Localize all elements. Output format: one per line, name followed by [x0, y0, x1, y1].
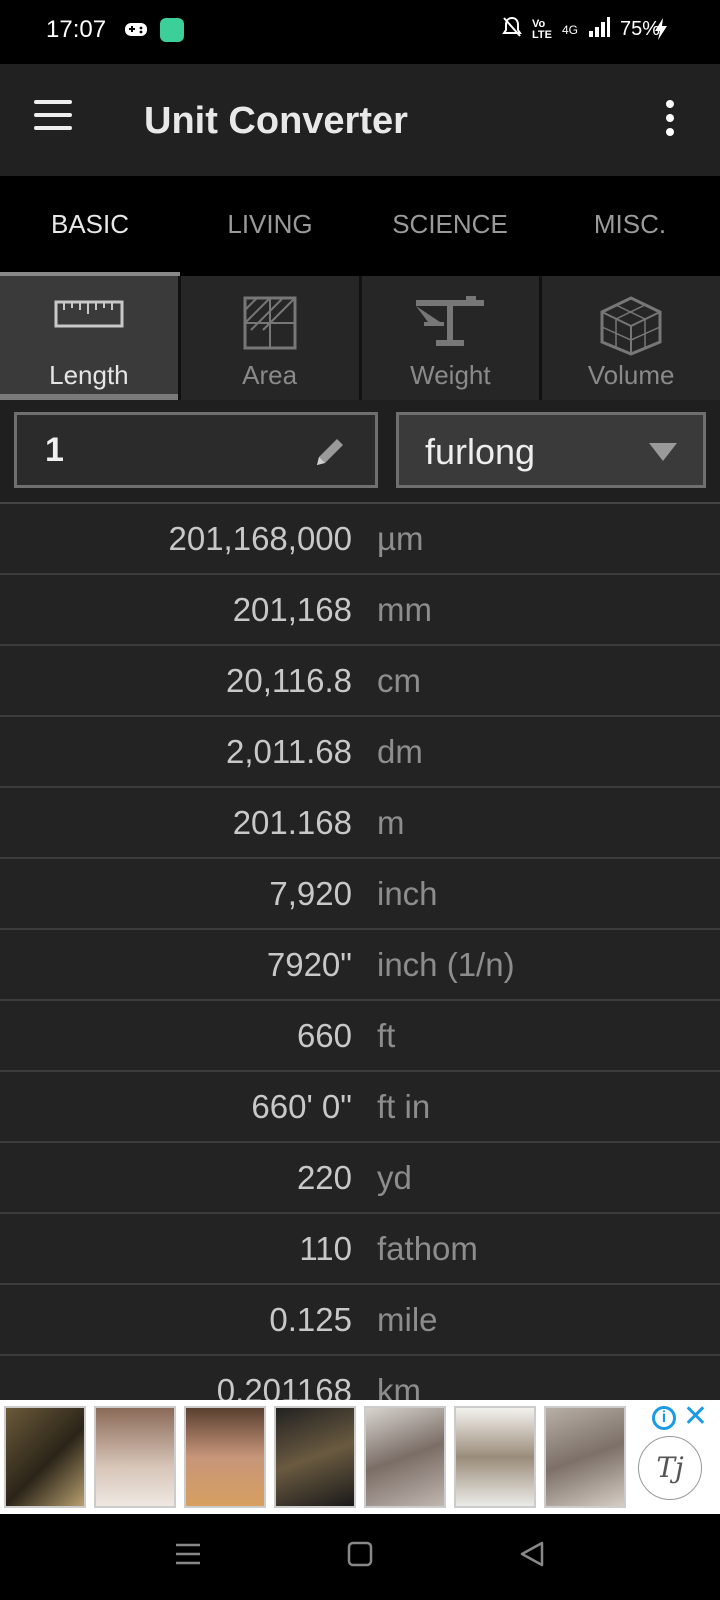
category-area[interactable]: Area — [180, 276, 362, 400]
result-list: 201,168,000 µm 201,168 mm 20,116.8 cm 2,011… — [0, 502, 720, 1400]
ad-banner[interactable]: i ✕ Tj — [0, 1400, 720, 1514]
back-icon[interactable] — [518, 1540, 546, 1573]
result-value: 7,920 — [269, 875, 352, 912]
result-row[interactable]: 110 fathom — [0, 1214, 720, 1285]
result-row[interactable]: 220 yd — [0, 1143, 720, 1214]
result-unit: inch (1/n) — [377, 946, 515, 983]
unit-select[interactable]: furlong — [396, 412, 706, 488]
app-bar: Unit Converter — [0, 64, 720, 176]
result-unit: dm — [377, 733, 423, 770]
ad-brand-logo[interactable]: Tj — [638, 1436, 702, 1500]
ad-thumbnail[interactable] — [544, 1406, 626, 1508]
status-right: Vo LTE 4G 75% — [502, 16, 660, 43]
result-row[interactable]: 201.168 m — [0, 788, 720, 859]
scale-icon — [416, 296, 485, 346]
network-label: 4G — [561, 22, 578, 37]
tab-misc[interactable]: MISC. — [540, 176, 720, 276]
area-grid-icon — [243, 296, 297, 350]
result-row[interactable]: 201,168,000 µm — [0, 504, 720, 575]
result-row[interactable]: 660' 0" ft in — [0, 1072, 720, 1143]
cube-icon — [600, 296, 662, 356]
signal-icon — [588, 17, 610, 42]
recent-apps-icon[interactable] — [174, 1540, 202, 1573]
app-notification-icon — [160, 18, 184, 42]
app-title: Unit Converter — [144, 100, 408, 142]
category-label: Volume — [587, 360, 675, 390]
result-unit: mile — [377, 1301, 438, 1338]
ad-thumbnail[interactable] — [364, 1406, 446, 1508]
result-unit: ft in — [377, 1088, 431, 1125]
ad-thumbnail[interactable] — [4, 1406, 86, 1508]
status-bar: 17:07 Vo LTE 4G 75% — [0, 0, 720, 64]
result-unit: mm — [377, 591, 432, 628]
system-nav-bar — [0, 1514, 720, 1600]
result-unit: yd — [377, 1159, 412, 1196]
more-options-icon[interactable] — [660, 100, 680, 140]
result-value: 2,011.68 — [225, 733, 352, 770]
result-value: 201,168,000 — [168, 520, 352, 557]
result-value: 201.168 — [232, 804, 352, 841]
ad-thumbnail[interactable] — [94, 1406, 176, 1508]
result-unit: µm — [377, 520, 424, 557]
result-row[interactable]: 0.201168 km — [0, 1356, 720, 1400]
category-label: Weight — [410, 360, 491, 390]
menu-icon[interactable] — [34, 100, 74, 140]
category-label: Area — [242, 360, 298, 390]
category-weight[interactable]: Weight — [361, 276, 543, 400]
value-input-text: 1 — [45, 431, 64, 469]
ruler-icon — [54, 300, 124, 328]
result-row[interactable]: 0.125 mile — [0, 1285, 720, 1356]
category-length[interactable]: Length — [0, 276, 181, 400]
result-value: 20,116.8 — [225, 662, 352, 699]
result-value: 660' 0" — [251, 1088, 352, 1125]
edit-pencil-icon — [317, 439, 343, 465]
mute-bell-icon — [502, 16, 522, 43]
result-unit: km — [377, 1372, 421, 1400]
ad-thumbnail[interactable] — [454, 1406, 536, 1508]
result-row[interactable]: 20,116.8 cm — [0, 646, 720, 717]
gamepad-icon — [124, 18, 148, 45]
charging-icon — [654, 18, 668, 45]
ad-info-icon[interactable]: i — [652, 1406, 676, 1430]
ad-thumbnail[interactable] — [274, 1406, 356, 1508]
chevron-down-icon — [649, 443, 677, 461]
result-unit: cm — [377, 662, 421, 699]
category-label: Length — [49, 360, 129, 390]
home-icon[interactable] — [346, 1540, 374, 1573]
unit-select-value: furlong — [425, 431, 536, 472]
value-input[interactable]: 1 — [14, 412, 378, 488]
ad-thumbnail[interactable] — [184, 1406, 266, 1508]
result-value: 220 — [296, 1159, 352, 1196]
ad-close-icon[interactable]: ✕ — [683, 1402, 708, 1432]
input-row: 1 furlong — [0, 400, 720, 502]
result-value: 7920" — [266, 946, 352, 983]
volte-label: Vo LTE — [531, 17, 552, 41]
result-row[interactable]: 201,168 mm — [0, 575, 720, 646]
result-unit: ft — [377, 1017, 396, 1054]
result-row[interactable]: 7,920 inch — [0, 859, 720, 930]
result-value: 0.201168 — [216, 1372, 352, 1400]
tab-basic[interactable]: BASIC — [0, 176, 180, 276]
result-value: 110 — [299, 1230, 352, 1267]
result-row[interactable]: 2,011.68 dm — [0, 717, 720, 788]
result-value: 0.125 — [269, 1301, 352, 1338]
category-volume[interactable]: Volume — [542, 276, 720, 400]
unit-categories: Length Area Weight Volume — [0, 276, 720, 400]
category-tabs: BASIC LIVING SCIENCE MISC. — [0, 176, 720, 276]
result-unit: m — [377, 804, 405, 841]
tab-living[interactable]: LIVING — [180, 176, 360, 276]
result-unit: fathom — [377, 1230, 478, 1267]
result-row[interactable]: 7920" inch (1/n) — [0, 930, 720, 1001]
status-time: 17:07 — [46, 16, 107, 43]
result-unit: inch — [377, 875, 438, 912]
result-row[interactable]: 660 ft — [0, 1001, 720, 1072]
result-value: 201,168 — [232, 591, 352, 628]
result-value: 660 — [296, 1017, 352, 1054]
tab-science[interactable]: SCIENCE — [360, 176, 540, 276]
